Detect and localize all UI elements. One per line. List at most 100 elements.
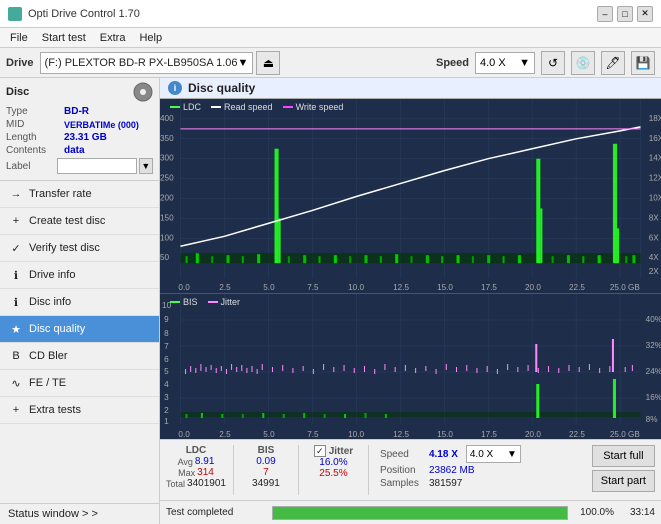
- disc-type-value: BD-R: [64, 106, 89, 117]
- nav-item-drive-info[interactable]: ℹ Drive info: [0, 262, 159, 289]
- disc-mid-row: MID VERBATIMe (000): [6, 119, 153, 130]
- nav-label-disc-info: Disc info: [29, 296, 71, 308]
- status-window-button[interactable]: Status window > >: [0, 503, 159, 524]
- svg-text:200: 200: [160, 194, 174, 203]
- svg-text:400: 400: [160, 114, 174, 123]
- save-button[interactable]: 💾: [631, 51, 655, 75]
- svg-text:8X: 8X: [649, 213, 660, 222]
- transfer-rate-icon: →: [8, 186, 24, 202]
- eject-button[interactable]: ⏏: [256, 51, 280, 75]
- disc-contents-row: Contents data: [6, 145, 153, 156]
- nav-label-create-test-disc: Create test disc: [29, 215, 105, 227]
- title-bar: Opti Drive Control 1.70 – □ ✕: [0, 0, 661, 28]
- nav-item-disc-quality[interactable]: ★ Disc quality: [0, 316, 159, 343]
- maximize-button[interactable]: □: [617, 6, 633, 22]
- nav-label-disc-quality: Disc quality: [29, 323, 85, 335]
- start-part-button[interactable]: Start part: [592, 470, 655, 492]
- svg-text:32%: 32%: [646, 341, 661, 350]
- disc-info-icon: ℹ: [8, 294, 24, 310]
- svg-text:12X: 12X: [649, 174, 661, 183]
- nav-item-extra-tests[interactable]: + Extra tests: [0, 397, 159, 424]
- disc-label-btn[interactable]: ▼: [139, 158, 153, 174]
- svg-text:17.5: 17.5: [481, 430, 497, 439]
- legend-read-speed: Read speed: [211, 102, 273, 112]
- upper-chart-svg: 18X 16X 14X 12X 10X 8X 6X 4X 2X 400 350 …: [160, 99, 661, 293]
- lower-chart-svg: 40% 32% 24% 16% 8% 10 9 8 7 6 5 4 3 2: [160, 294, 661, 439]
- bis-total: 34991: [252, 478, 280, 489]
- svg-text:4: 4: [164, 380, 169, 389]
- nav-item-disc-info[interactable]: ℹ Disc info: [0, 289, 159, 316]
- drive-dropdown[interactable]: (F:) PLEXTOR BD-R PX-LB950SA 1.06 ▼: [40, 52, 254, 74]
- ldc-col-header: LDC: [186, 445, 207, 456]
- svg-text:0.0: 0.0: [178, 283, 190, 292]
- ldc-stats-col: LDC Avg 8.91 Max 314 Total 3401901: [166, 445, 226, 489]
- refresh-button[interactable]: ↺: [541, 51, 565, 75]
- menu-start-test[interactable]: Start test: [36, 31, 92, 45]
- ldc-legend-label: LDC: [183, 102, 201, 112]
- nav-item-transfer-rate[interactable]: → Transfer rate: [0, 181, 159, 208]
- extra-tests-icon: +: [8, 402, 24, 418]
- samples-value: 381597: [429, 478, 462, 489]
- menu-extra[interactable]: Extra: [94, 31, 132, 45]
- jitter-stats-col: ✓ Jitter 16.0% 25.5%: [306, 445, 361, 479]
- svg-text:20.0: 20.0: [525, 283, 541, 292]
- disc-info-button[interactable]: 💿: [571, 51, 595, 75]
- stats-area: LDC Avg 8.91 Max 314 Total 3401901: [160, 439, 661, 500]
- svg-text:25.0 GB: 25.0 GB: [610, 283, 640, 292]
- svg-text:25.0 GB: 25.0 GB: [610, 430, 640, 439]
- svg-text:3: 3: [164, 393, 169, 402]
- disc-quality-title: Disc quality: [188, 81, 255, 95]
- svg-text:10.0: 10.0: [348, 283, 364, 292]
- svg-text:10.0: 10.0: [348, 430, 364, 439]
- menu-help[interactable]: Help: [133, 31, 168, 45]
- samples-row: Samples 381597: [380, 478, 584, 489]
- buttons-area: Start full Start part: [592, 445, 655, 492]
- svg-text:17.5: 17.5: [481, 283, 497, 292]
- ldc-max: 314: [197, 467, 214, 478]
- speed-pos-area: Speed 4.18 X 4.0 X ▼ Position 23862 MB S…: [376, 445, 588, 489]
- disc-label-input[interactable]: [57, 158, 137, 174]
- svg-text:15.0: 15.0: [437, 283, 453, 292]
- disc-length-value: 23.31 GB: [64, 132, 107, 143]
- app-title: Opti Drive Control 1.70: [28, 8, 140, 20]
- disc-contents-value: data: [64, 145, 85, 156]
- write-button[interactable]: 🖊: [601, 51, 625, 75]
- close-button[interactable]: ✕: [637, 6, 653, 22]
- title-bar-left: Opti Drive Control 1.70: [8, 7, 140, 21]
- drive-chevron-icon: ▼: [238, 57, 249, 69]
- max-label-1: Max: [178, 468, 195, 478]
- svg-text:14X: 14X: [649, 154, 661, 163]
- speed-dropdown[interactable]: 4.0 X ▼: [475, 52, 535, 74]
- ldc-avg: 8.91: [195, 456, 214, 467]
- read-speed-legend-dot: [211, 106, 221, 108]
- minimize-button[interactable]: –: [597, 6, 613, 22]
- svg-text:5.0: 5.0: [263, 430, 275, 439]
- status-text: Test completed: [166, 507, 266, 518]
- speed-stat-dropdown[interactable]: 4.0 X ▼: [466, 445, 521, 463]
- sidebar-nav: → Transfer rate + Create test disc ✓ Ver…: [0, 181, 159, 424]
- disc-length-row: Length 23.31 GB: [6, 132, 153, 143]
- svg-text:2.5: 2.5: [219, 430, 231, 439]
- svg-text:9: 9: [164, 315, 169, 324]
- nav-item-create-test-disc[interactable]: + Create test disc: [0, 208, 159, 235]
- main-layout: Disc Type BD-R MID VERBATIMe (000) Lengt…: [0, 78, 661, 524]
- create-test-disc-icon: +: [8, 213, 24, 229]
- disc-label-label: Label: [6, 161, 57, 172]
- nav-label-extra-tests: Extra tests: [29, 404, 81, 416]
- menu-file[interactable]: File: [4, 31, 34, 45]
- chart-container: LDC Read speed Write speed: [160, 99, 661, 439]
- legend-ldc: LDC: [170, 102, 201, 112]
- start-full-button[interactable]: Start full: [592, 445, 655, 467]
- nav-item-cd-bler[interactable]: B CD Bler: [0, 343, 159, 370]
- disc-mid-value: VERBATIMe (000): [64, 120, 139, 130]
- nav-label-verify-test-disc: Verify test disc: [29, 242, 100, 254]
- nav-label-fe-te: FE / TE: [29, 377, 66, 389]
- avg-label-1: Avg: [178, 457, 193, 467]
- nav-item-verify-test-disc[interactable]: ✓ Verify test disc: [0, 235, 159, 262]
- status-window-label: Status window > >: [8, 508, 98, 520]
- nav-item-fe-te[interactable]: ∿ FE / TE: [0, 370, 159, 397]
- speed-chevron-icon: ▼: [519, 57, 530, 69]
- disc-type-row: Type BD-R: [6, 106, 153, 117]
- jitter-checkbox[interactable]: ✓: [314, 445, 326, 457]
- disc-header: Disc: [6, 82, 153, 102]
